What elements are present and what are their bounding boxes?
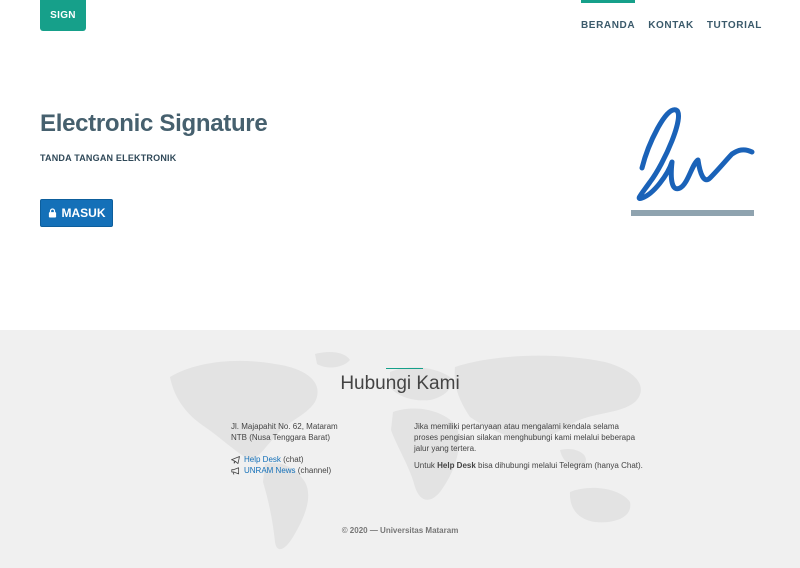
helpdesk-row: Help Desk (chat) xyxy=(231,454,391,465)
login-button[interactable]: MASUK xyxy=(40,199,113,227)
helpdesk-note-suffix: bisa dihubungi melalui Telegram (hanya C… xyxy=(475,461,643,470)
helpdesk-note-bold: Help Desk xyxy=(437,461,476,470)
helpdesk-note: Untuk Help Desk bisa dihubungi melalui T… xyxy=(414,460,644,471)
page-title: Electronic Signature xyxy=(40,110,268,137)
footer-divider xyxy=(386,368,423,369)
address-line-1: Jl. Majapahit No. 62, Mataram xyxy=(231,422,338,431)
copyright: © 2020 — Universitas Mataram xyxy=(341,526,459,535)
news-link[interactable]: UNRAM News xyxy=(244,466,296,475)
telegram-icon xyxy=(231,455,240,464)
signature-icon xyxy=(631,107,755,216)
news-suffix: (channel) xyxy=(295,466,332,475)
nav-kontak[interactable]: KONTAK xyxy=(648,0,694,31)
address-line-2: NTB (Nusa Tenggara Barat) xyxy=(231,433,331,442)
helpdesk-note-prefix: Untuk xyxy=(414,461,438,470)
helpdesk-link[interactable]: Help Desk xyxy=(244,455,281,464)
contact-info-text: Jika memiliki pertanyaan atau mengalami … xyxy=(414,422,636,453)
main-nav: BERANDA KONTAK TUTORIAL xyxy=(580,0,762,31)
contact-info-column: Jika memiliki pertanyaan atau mengalami … xyxy=(414,421,644,477)
lock-icon xyxy=(48,208,56,218)
nav-beranda[interactable]: BERANDA xyxy=(580,0,636,31)
login-button-label: MASUK xyxy=(61,206,106,220)
contact-footer: Hubungi Kami Jl. Majapahit No. 62, Matar… xyxy=(0,330,800,568)
address: Jl. Majapahit No. 62, Mataram NTB (Nusa … xyxy=(231,421,391,443)
contact-address-column: Jl. Majapahit No. 62, Mataram NTB (Nusa … xyxy=(231,421,391,476)
news-row: UNRAM News (channel) xyxy=(231,465,391,476)
helpdesk-suffix: (chat) xyxy=(280,455,304,464)
brand-logo[interactable]: SIGN xyxy=(40,0,86,31)
nav-tutorial[interactable]: TUTORIAL xyxy=(707,0,762,31)
megaphone-icon xyxy=(231,466,240,475)
contact-title: Hubungi Kami xyxy=(340,373,460,394)
page-subtitle: TANDA TANGAN ELEKTRONIK xyxy=(40,153,177,163)
